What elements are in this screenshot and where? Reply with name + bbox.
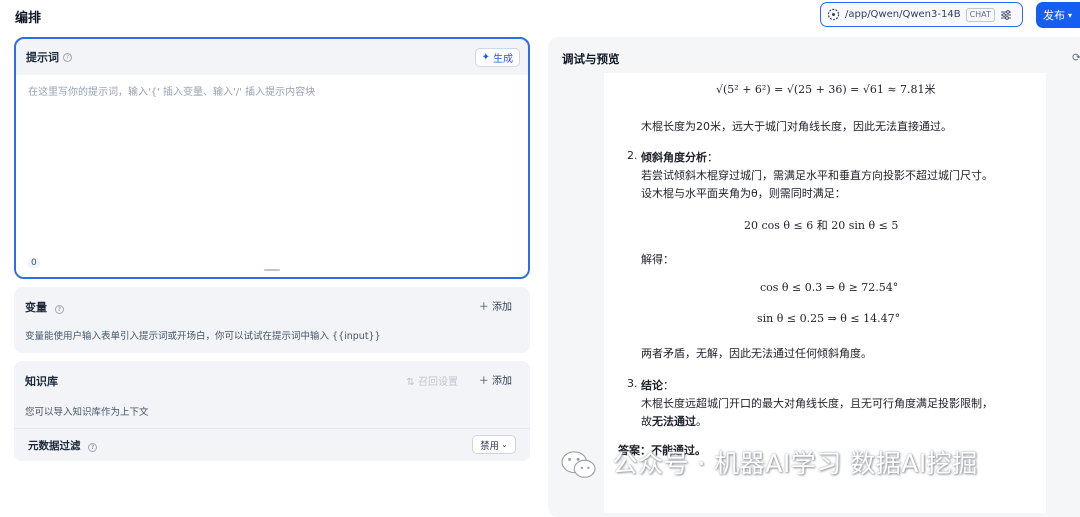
solve-label: 解得： bbox=[641, 253, 674, 266]
equation-constraints: 20 cos θ ≤ 6 和 20 sin θ ≤ 5 bbox=[744, 219, 899, 232]
add-variable-button[interactable]: ＋ 添加 bbox=[479, 298, 512, 313]
answer-line: 故无法通过。 bbox=[641, 413, 707, 429]
list-item-title: 结论： bbox=[641, 377, 674, 393]
metadata-filter-text: 元数据过滤 bbox=[28, 440, 81, 452]
model-selector[interactable]: /app/Qwen/Qwen3-14B CHAT bbox=[820, 2, 1023, 27]
metadata-filter-label: 元数据过滤 ? bbox=[28, 438, 98, 453]
list-item-title: 倾斜角度分析： bbox=[641, 149, 718, 165]
answer-line: 木棍长度为20米，远大于城门对角线长度，因此无法直接通过。 bbox=[641, 120, 952, 133]
list-number: 3. bbox=[627, 377, 638, 390]
sliders-icon: ⇅ bbox=[406, 377, 415, 388]
wechat-icon bbox=[561, 451, 596, 478]
sparkle-icon: ✦ bbox=[481, 52, 490, 63]
equation-cos: cos θ ≤ 0.3 ⇒ θ ≥ 72.54° bbox=[760, 281, 899, 294]
knowledge-description: 您可以导入知识库作为上下文 bbox=[25, 407, 149, 418]
equation-diagonal: √(5² + 6²) = √(25 + 36) = √61 ≈ 7.81米 bbox=[716, 83, 936, 96]
item-heading-colon: ： bbox=[707, 151, 718, 164]
add-knowledge-button[interactable]: ＋ 添加 bbox=[479, 372, 512, 387]
add-variable-label: 添加 bbox=[492, 302, 512, 313]
watermark: 公众号 · 机器AI学习 数据AI挖掘 bbox=[560, 444, 978, 481]
publish-label: 发布 bbox=[1043, 9, 1065, 22]
answer-line: 设木棍与水平面夹角为θ，则需同时满足： bbox=[641, 187, 846, 200]
generate-label: 生成 bbox=[493, 54, 513, 65]
list-number: 2. bbox=[627, 149, 638, 162]
plus-icon: ＋ bbox=[478, 302, 489, 313]
prompt-placeholder: 在这里写你的提示词，输入'{' 插入变量、输入'/' 插入提示内容块 bbox=[28, 87, 316, 98]
chevron-down-icon: ▾ bbox=[1068, 10, 1073, 20]
watermark-text: 公众号 · 机器AI学习 数据AI挖掘 bbox=[612, 449, 978, 478]
help-icon[interactable]: ? bbox=[54, 305, 64, 314]
page-title: 编排 bbox=[15, 11, 42, 26]
conclusion-prefix: 故 bbox=[641, 415, 652, 428]
char-count: 0 bbox=[28, 258, 40, 268]
conclusion-bold: 无法通过 bbox=[652, 415, 696, 428]
item-heading-colon: ： bbox=[663, 379, 674, 392]
knowledge-card: 知识库 ⇅ 召回设置 ＋ 添加 您可以导入知识库作为上下文 元数据过滤 ? 禁用… bbox=[14, 361, 530, 461]
model-path: /app/Qwen/Qwen3-14B bbox=[845, 9, 961, 20]
model-icon bbox=[827, 8, 840, 21]
publish-button[interactable]: 发布 ▾ bbox=[1036, 2, 1080, 28]
generate-button[interactable]: ✦ 生成 bbox=[474, 48, 520, 67]
add-knowledge-label: 添加 bbox=[492, 376, 512, 387]
help-icon[interactable]: ? bbox=[63, 52, 72, 62]
preview-title: 调试与预览 bbox=[562, 52, 620, 66]
recall-settings-label: 召回设置 bbox=[418, 377, 458, 388]
refresh-icon[interactable]: ⟳ bbox=[1072, 51, 1080, 64]
plus-icon: ＋ bbox=[478, 376, 489, 387]
model-type-badge: CHAT bbox=[965, 7, 995, 22]
metadata-filter-select[interactable]: 禁用 ⌄ bbox=[472, 435, 516, 454]
item-heading: 结论 bbox=[641, 379, 663, 392]
item-heading: 倾斜角度分析 bbox=[641, 151, 707, 164]
answer-line: 木棍长度远超城门开口的最大对角线长度，且无可行角度满足投影限制， bbox=[641, 397, 993, 410]
prompt-title: 提示词 bbox=[26, 51, 59, 64]
top-bar: 编排 /app/Qwen/Qwen3-14B CHAT 发布 ▾ bbox=[0, 0, 1080, 32]
prompt-input[interactable]: 在这里写你的提示词，输入'{' 插入变量、输入'/' 插入提示内容块 0 bbox=[16, 75, 528, 277]
prompt-header: 提示词 ? bbox=[16, 39, 528, 75]
answer-line: 若尝试倾斜木棍穿过城门，需满足水平和垂直方向投影不超过城门尺寸。 bbox=[641, 169, 993, 182]
variables-title: 变量 ? bbox=[25, 299, 64, 315]
settings-sliders-icon[interactable] bbox=[1000, 9, 1012, 21]
metadata-filter-value: 禁用 bbox=[480, 440, 500, 452]
divider bbox=[14, 428, 530, 429]
resize-handle[interactable] bbox=[264, 269, 280, 271]
help-icon[interactable]: ? bbox=[88, 443, 98, 452]
variables-card: 变量 ? ＋ 添加 变量能使用户输入表单引入提示词或开场白，你可以试试在提示词中… bbox=[14, 287, 530, 353]
chevron-down-icon: ⌄ bbox=[501, 440, 508, 449]
prompt-editor-card: 提示词 ? ✦ 生成 在这里写你的提示词，输入'{' 插入变量、输入'/' 插入… bbox=[14, 37, 530, 279]
equation-sin: sin θ ≤ 0.25 ⇒ θ ≤ 14.47° bbox=[757, 312, 901, 325]
recall-settings-button[interactable]: ⇅ 召回设置 bbox=[406, 373, 458, 388]
knowledge-title: 知识库 bbox=[25, 375, 58, 388]
answer-line: 两者矛盾，无解，因此无法通过任何倾斜角度。 bbox=[641, 347, 872, 360]
variables-description: 变量能使用户输入表单引入提示词或开场白，你可以试试在提示词中输入 {{input… bbox=[25, 331, 381, 342]
variables-title-text: 变量 bbox=[25, 301, 47, 314]
conclusion-suffix: 。 bbox=[696, 415, 707, 428]
